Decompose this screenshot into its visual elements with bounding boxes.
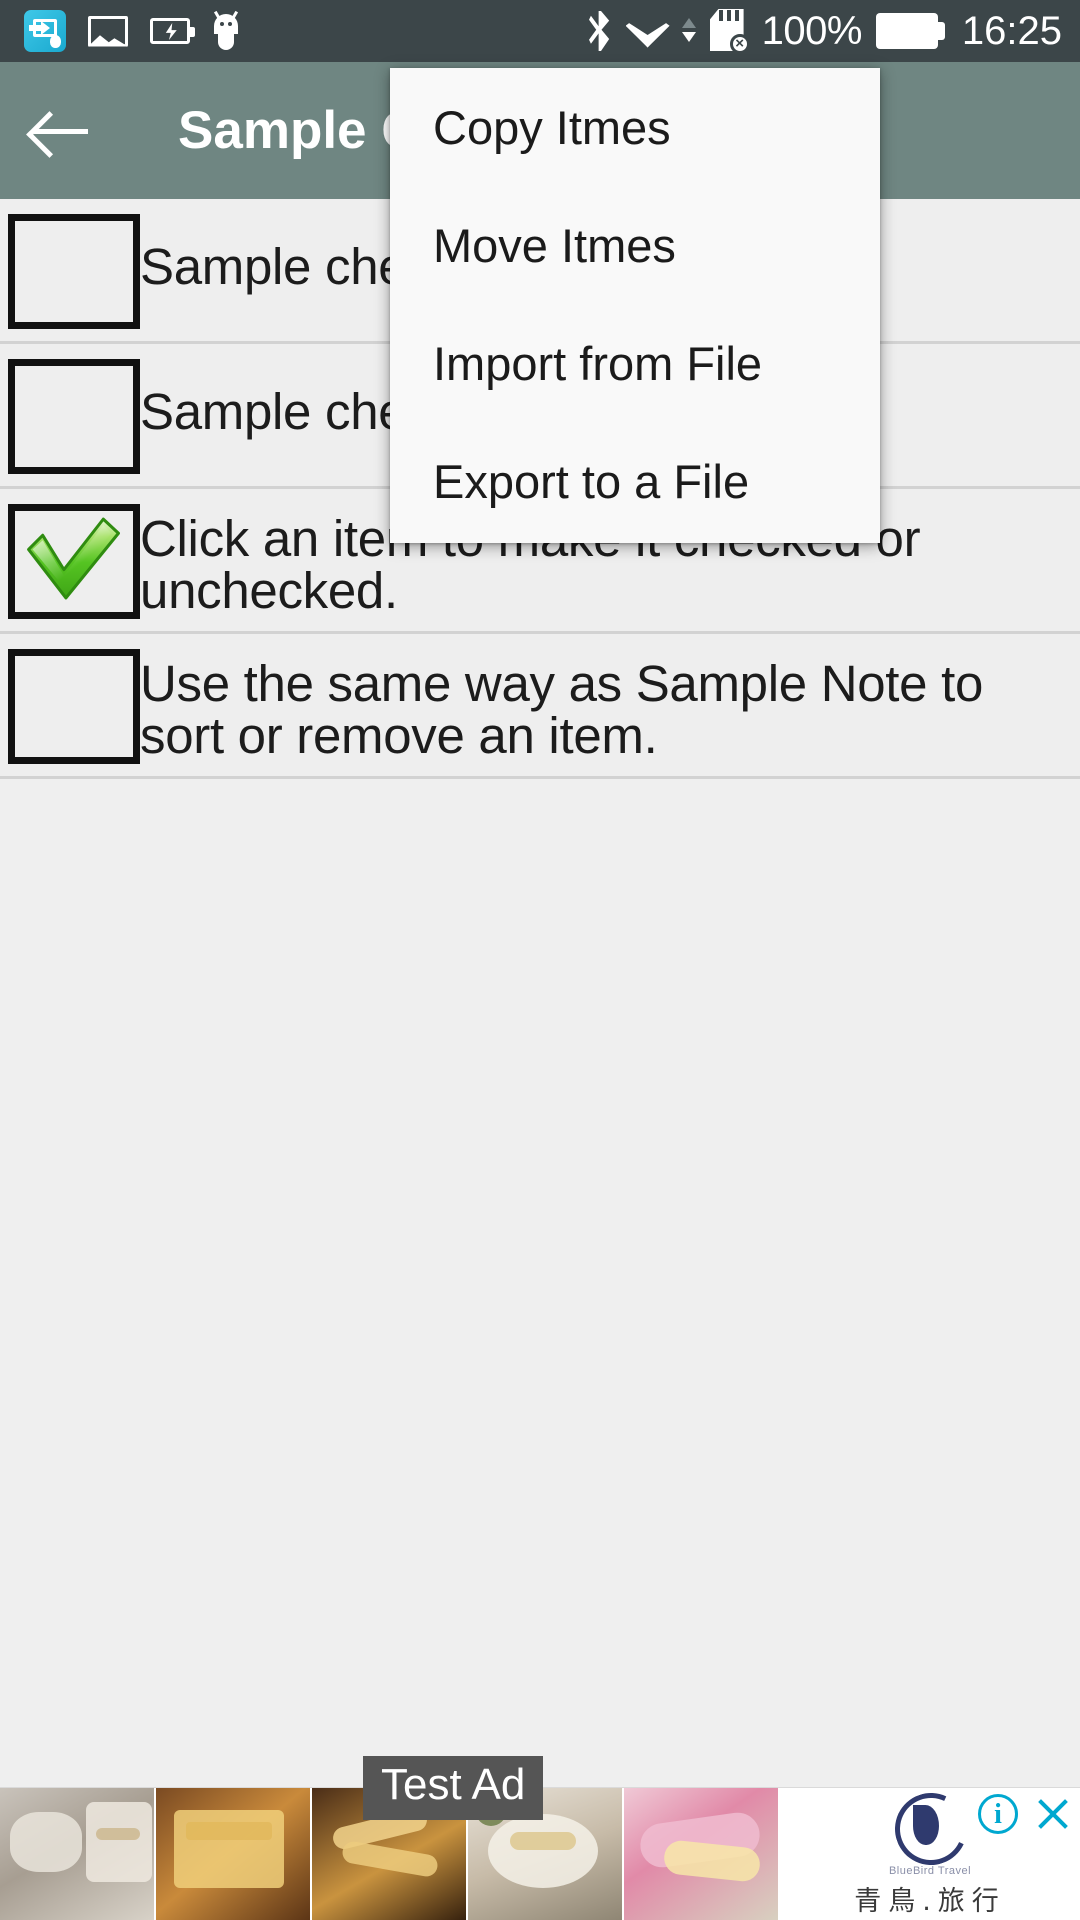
- back-button[interactable]: [0, 62, 120, 199]
- battery-percent-label: 100%: [761, 8, 863, 53]
- menu-item-move-items[interactable]: Move Itmes: [390, 186, 880, 304]
- ad-image[interactable]: [156, 1788, 312, 1920]
- list-item[interactable]: Use the same way as Sample Note to sort …: [0, 634, 1080, 779]
- ad-test-label: Test Ad: [363, 1756, 544, 1820]
- screen-cast-icon: [24, 10, 66, 52]
- ad-brand-label: 青鳥.旅行: [854, 1885, 1006, 1917]
- sd-card-error-icon: ×: [709, 9, 750, 54]
- android-icon: [212, 10, 240, 50]
- status-bar-left-icons: [24, 10, 240, 52]
- ad-brand-sublabel: BlueBird Travel: [888, 1864, 972, 1877]
- menu-item-import-from-file[interactable]: Import from File: [390, 304, 880, 422]
- clock-label: 16:25: [961, 8, 1062, 53]
- list-item-label: Use the same way as Sample Note to sort …: [140, 655, 984, 765]
- ad-advertiser-logo[interactable]: i BlueBird Travel 青鳥.旅行: [780, 1782, 1080, 1920]
- menu-item-copy-items[interactable]: Copy Itmes: [390, 68, 880, 186]
- checkbox-container[interactable]: [0, 501, 140, 619]
- checkbox-container[interactable]: [0, 211, 140, 329]
- ad-badges[interactable]: i: [978, 1794, 1072, 1834]
- image-icon: [88, 15, 128, 47]
- ad-image[interactable]: [0, 1788, 156, 1920]
- wifi-traffic-arrows-icon: [680, 13, 696, 49]
- ad-image[interactable]: [624, 1788, 780, 1920]
- checkbox-container[interactable]: [0, 356, 140, 474]
- checkbox-unchecked[interactable]: [8, 214, 140, 329]
- menu-item-export-to-a-file[interactable]: Export to a File: [390, 422, 880, 540]
- overflow-menu[interactable]: Copy Itmes Move Itmes Import from File E…: [390, 68, 880, 543]
- checkbox-unchecked[interactable]: [8, 649, 140, 764]
- status-bar: × 100% 16:25: [0, 0, 1080, 62]
- battery-charging-icon: [150, 18, 195, 44]
- arrow-left-icon: [32, 109, 88, 153]
- check-mark-icon: [27, 517, 120, 600]
- battery-icon: [875, 13, 945, 49]
- checkbox-unchecked[interactable]: [8, 359, 140, 474]
- ad-close-icon[interactable]: [1032, 1794, 1072, 1834]
- checkbox-container[interactable]: [0, 646, 140, 764]
- bluebird-logo-icon: [884, 1782, 978, 1875]
- ad-banner[interactable]: Test Ad i BlueBird Travel 青鳥.旅行: [0, 1756, 1080, 1920]
- wifi-icon: [625, 15, 670, 48]
- bluetooth-icon: [588, 11, 612, 51]
- checkbox-checked[interactable]: [8, 504, 140, 619]
- ad-info-icon[interactable]: i: [978, 1794, 1018, 1834]
- status-bar-right-icons: × 100% 16:25: [588, 9, 1062, 54]
